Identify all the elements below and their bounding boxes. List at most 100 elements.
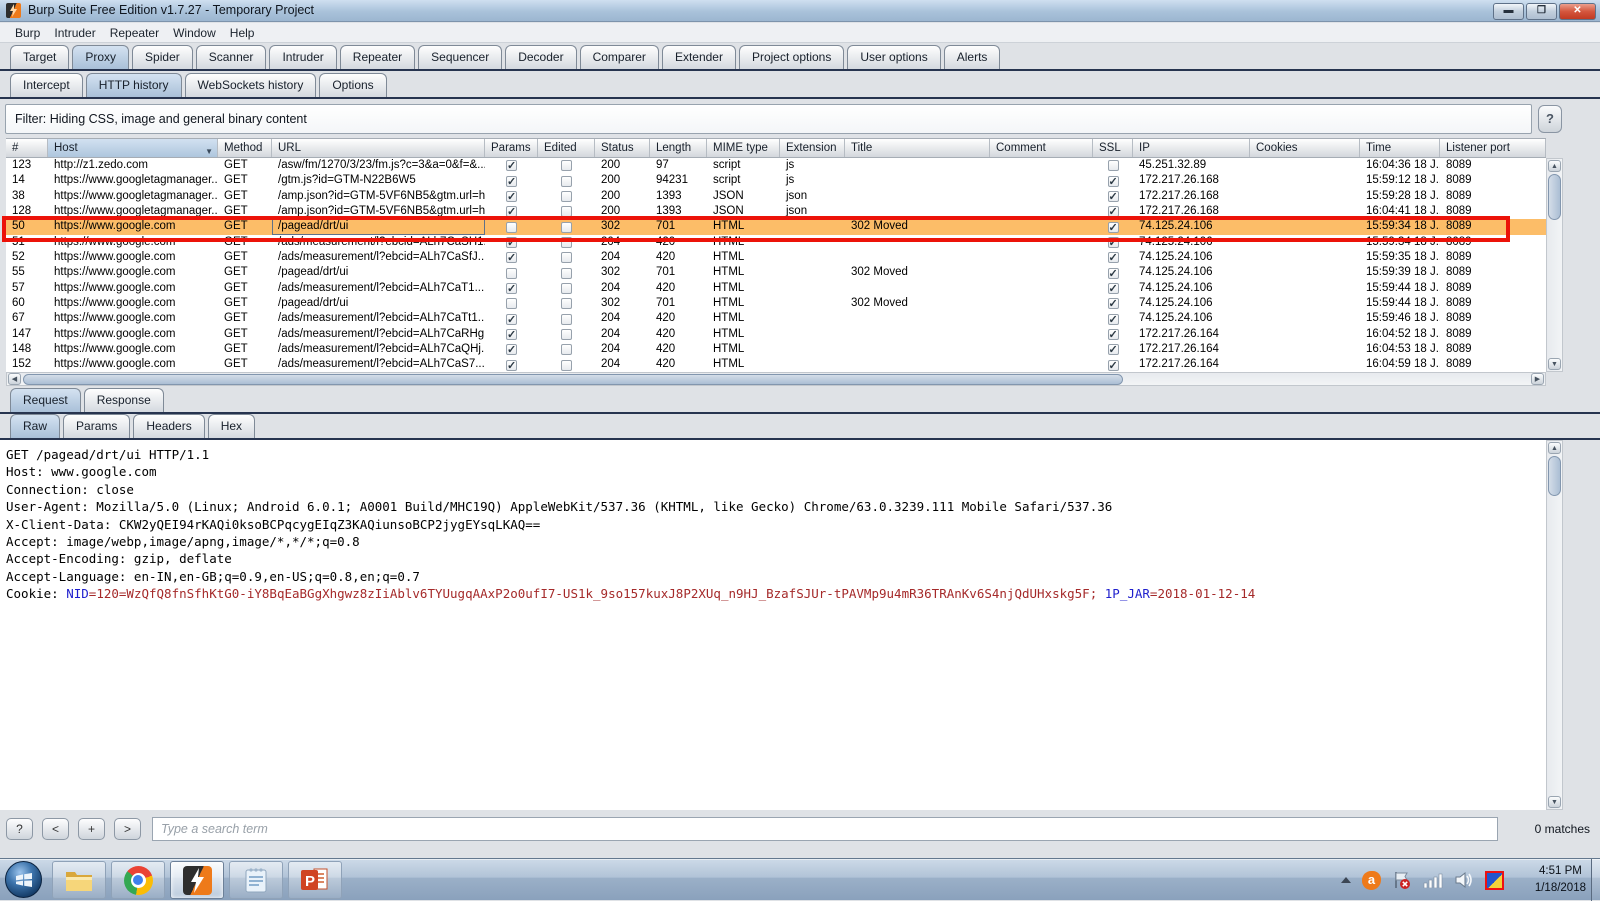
menu-burp[interactable]: Burp <box>8 23 47 43</box>
ssl-checkbox[interactable] <box>1107 236 1119 250</box>
menu-help[interactable]: Help <box>223 23 262 43</box>
table-vertical-scrollbar[interactable]: ▲ ▼ <box>1546 158 1563 372</box>
scroll-down-icon[interactable]: ▼ <box>1548 358 1561 370</box>
filter-bar[interactable]: Filter: Hiding CSS, image and general bi… <box>5 104 1532 134</box>
tab-alerts[interactable]: Alerts <box>943 45 1001 69</box>
column-header-params[interactable]: Params <box>485 139 538 157</box>
params-checkbox[interactable] <box>506 298 517 310</box>
table-row-14[interactable]: 14 https://www.googletagmanager... GET/gtm… <box>6 173 1546 188</box>
search-prev-button[interactable]: < <box>42 818 69 840</box>
table-row-152[interactable]: 152 https://www.google.com GET/ads/measure… <box>6 357 1546 372</box>
column-header-edited[interactable]: Edited <box>538 139 595 157</box>
msgtab-response[interactable]: Response <box>83 388 164 412</box>
volume-speaker-icon[interactable] <box>1454 871 1474 889</box>
menu-window[interactable]: Window <box>166 23 223 43</box>
table-row-123[interactable]: 123 http://z1.zedo.com GET/asw/fm/1270/3/2… <box>6 158 1546 173</box>
search-next-button[interactable]: > <box>114 818 141 840</box>
search-plus-button[interactable]: + <box>78 818 105 840</box>
tab-proxy[interactable]: Proxy <box>72 45 130 69</box>
subtab-options[interactable]: Options <box>319 73 387 97</box>
tab-repeater[interactable]: Repeater <box>339 45 416 69</box>
params-checkbox[interactable] <box>506 190 517 204</box>
close-button[interactable]: ✕ <box>1559 3 1596 20</box>
table-row-38[interactable]: 38 https://www.googletagmanager... GET/amp… <box>6 189 1546 204</box>
table-row-60[interactable]: 60 https://www.google.com GET/pagead/drt/u… <box>6 296 1546 311</box>
column-header-time[interactable]: Time <box>1360 139 1440 157</box>
column-header-method[interactable]: Method <box>218 139 272 157</box>
edited-checkbox[interactable] <box>561 344 572 356</box>
viewtab-hex[interactable]: Hex <box>207 414 256 438</box>
raw-vertical-scrollbar[interactable]: ▲ ▼ <box>1546 440 1563 810</box>
subtab-intercept[interactable]: Intercept <box>10 73 83 97</box>
ssl-checkbox[interactable] <box>1107 359 1119 372</box>
vnc-viewer-icon[interactable] <box>1485 870 1504 890</box>
column-header-cookies[interactable]: Cookies <box>1250 139 1360 157</box>
params-checkbox[interactable] <box>506 251 517 265</box>
column-header-listener-port[interactable]: Listener port <box>1440 139 1546 157</box>
table-row-148[interactable]: 148 https://www.google.com GET/ads/measure… <box>6 342 1546 357</box>
table-row-52[interactable]: 52 https://www.google.com GET/ads/measurem… <box>6 250 1546 265</box>
tab-scanner[interactable]: Scanner <box>195 45 267 69</box>
edited-checkbox[interactable] <box>561 267 572 279</box>
edited-checkbox[interactable] <box>561 190 572 202</box>
filter-help-button[interactable]: ? <box>1538 105 1562 133</box>
column-header-url[interactable]: URL <box>272 139 485 157</box>
tab-decoder[interactable]: Decoder <box>505 45 577 69</box>
ssl-checkbox[interactable] <box>1107 175 1119 189</box>
params-checkbox[interactable] <box>506 159 517 173</box>
hidden-icons-chevron-icon[interactable] <box>1341 877 1351 883</box>
scroll-up-icon[interactable]: ▲ <box>1548 160 1561 172</box>
table-scrollbar-thumb[interactable] <box>1548 174 1561 220</box>
edited-checkbox[interactable] <box>561 221 572 233</box>
params-checkbox[interactable] <box>506 343 517 357</box>
scroll-down-icon[interactable]: ▼ <box>1548 796 1561 808</box>
powerpoint-taskbar-button[interactable]: P <box>288 861 342 899</box>
column-header-ip[interactable]: IP <box>1133 139 1250 157</box>
tab-intruder[interactable]: Intruder <box>269 45 337 69</box>
tab-extender[interactable]: Extender <box>661 45 736 69</box>
scroll-right-icon[interactable]: ▶ <box>1531 373 1544 385</box>
params-checkbox[interactable] <box>506 359 517 372</box>
ssl-checkbox[interactable] <box>1107 297 1119 311</box>
avast-antivirus-icon[interactable]: a <box>1362 870 1381 890</box>
edited-checkbox[interactable] <box>561 313 572 325</box>
scroll-left-icon[interactable]: ◀ <box>8 373 21 385</box>
ssl-checkbox[interactable] <box>1107 160 1119 172</box>
table-row-51[interactable]: 51 https://www.google.com GET/ads/measurem… <box>6 235 1546 250</box>
edited-checkbox[interactable] <box>561 160 572 172</box>
viewtab-raw[interactable]: Raw <box>10 414 61 438</box>
table-row-55[interactable]: 55 https://www.google.com GET/pagead/drt/u… <box>6 265 1546 280</box>
ssl-checkbox[interactable] <box>1107 282 1119 296</box>
table-hscrollbar-thumb[interactable] <box>23 374 1123 385</box>
notepad-taskbar-button[interactable] <box>229 861 283 899</box>
scroll-up-icon[interactable]: ▲ <box>1548 442 1561 454</box>
chrome-taskbar-button[interactable] <box>111 861 165 899</box>
edited-checkbox[interactable] <box>561 328 572 340</box>
network-signal-icon[interactable] <box>1423 872 1443 888</box>
ssl-checkbox[interactable] <box>1107 190 1119 204</box>
burp-suite-taskbar-button[interactable] <box>170 861 224 899</box>
ssl-checkbox[interactable] <box>1107 205 1119 219</box>
edited-checkbox[interactable] <box>561 175 572 187</box>
restore-button[interactable]: ❐ <box>1526 3 1557 20</box>
params-checkbox[interactable] <box>506 175 517 189</box>
column-header-title[interactable]: Title <box>845 139 990 157</box>
column-header-status[interactable]: Status <box>595 139 650 157</box>
params-checkbox[interactable] <box>506 313 517 327</box>
search-help-button[interactable]: ? <box>6 818 33 840</box>
params-checkbox[interactable] <box>506 282 517 296</box>
tab-sequencer[interactable]: Sequencer <box>418 45 503 69</box>
tab-spider[interactable]: Spider <box>132 45 193 69</box>
table-horizontal-scrollbar[interactable]: ◀ ▶ <box>6 372 1546 386</box>
edited-checkbox[interactable] <box>561 236 572 248</box>
ssl-checkbox[interactable] <box>1107 267 1119 281</box>
params-checkbox[interactable] <box>506 205 517 219</box>
search-input[interactable] <box>152 817 1498 841</box>
menu-intruder[interactable]: Intruder <box>47 23 102 43</box>
column-header-ssl[interactable]: SSL <box>1093 139 1133 157</box>
params-checkbox[interactable] <box>506 221 517 233</box>
windows-start-button[interactable] <box>5 861 42 898</box>
params-checkbox[interactable] <box>506 267 517 279</box>
column-header-extension[interactable]: Extension <box>780 139 845 157</box>
tab-user-options[interactable]: User options <box>847 45 941 69</box>
